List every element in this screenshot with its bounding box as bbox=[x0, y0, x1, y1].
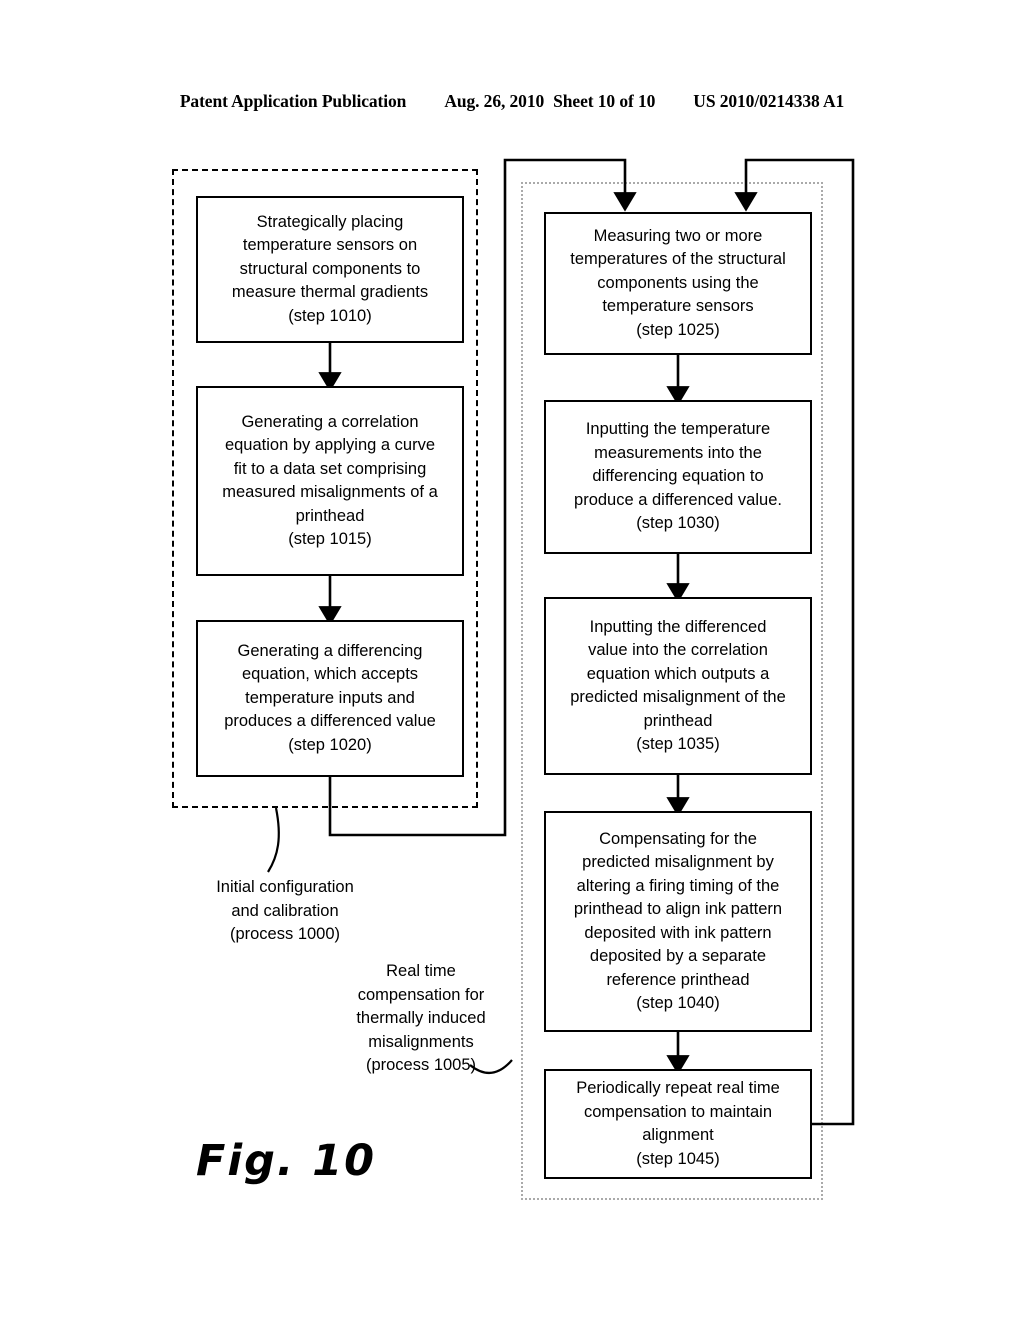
step-box-1030: Inputting the temperature measurements i… bbox=[544, 400, 812, 554]
header-publication: Patent Application Publication bbox=[179, 90, 407, 111]
header-sheet: Sheet 10 of 10 bbox=[553, 90, 656, 111]
figure-caption: Fig. 10 bbox=[196, 1136, 377, 1186]
header-patent-number: US 2010/0214338 A1 bbox=[693, 90, 845, 111]
header-date: Aug. 26, 2010 bbox=[444, 90, 545, 111]
leader-line-process-1000 bbox=[267, 807, 280, 873]
flowchart-connectors bbox=[267, 158, 855, 1126]
step-box-1010: Strategically placing temperature sensor… bbox=[196, 196, 464, 343]
step-box-1020: Generating a differencing equation, whic… bbox=[196, 620, 464, 777]
page-header: Patent Application Publication Aug. 26, … bbox=[0, 86, 1024, 116]
step-box-1025: Measuring two or more temperatures of th… bbox=[544, 212, 812, 355]
step-box-1045: Periodically repeat real time compensati… bbox=[544, 1069, 812, 1179]
step-box-1040: Compensating for the predicted misalignm… bbox=[544, 811, 812, 1032]
step-box-1035: Inputting the differenced value into the… bbox=[544, 597, 812, 775]
label-process-1005: Real time compensation for thermally ind… bbox=[356, 962, 486, 1074]
step-box-1015: Generating a correlation equation by app… bbox=[196, 386, 464, 576]
label-process-1000: Initial configuration and calibration (p… bbox=[216, 878, 354, 943]
